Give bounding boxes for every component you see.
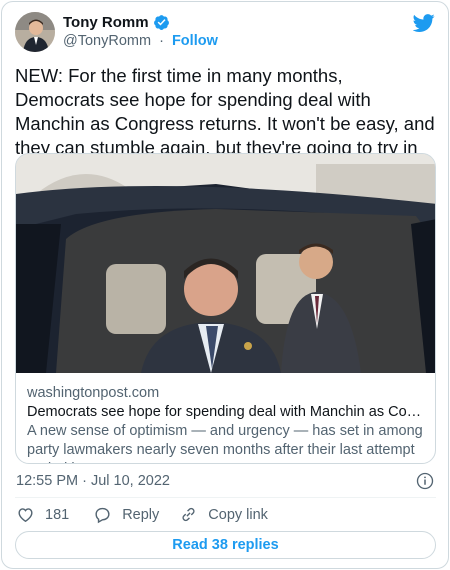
- link-icon: [182, 507, 195, 522]
- read-replies-button[interactable]: Read 38 replies: [15, 531, 436, 559]
- twitter-bird-icon[interactable]: [413, 12, 435, 34]
- info-icon[interactable]: [416, 472, 434, 490]
- author-handle[interactable]: @TonyRomm: [63, 33, 151, 49]
- avatar[interactable]: [15, 12, 55, 52]
- avatar-photo: [15, 12, 55, 52]
- action-bar: 181 Reply Copy link: [16, 505, 288, 524]
- link-preview-image: [16, 154, 435, 373]
- copy-link-button[interactable]: Copy link: [179, 505, 268, 524]
- follow-button[interactable]: Follow: [172, 33, 218, 49]
- link-preview-card[interactable]: washingtonpost.com Democrats see hope fo…: [15, 153, 436, 464]
- handle-row: @TonyRomm · Follow: [63, 33, 218, 49]
- reply-label: Reply: [122, 506, 160, 523]
- like-button[interactable]: 181: [16, 505, 69, 524]
- speech-bubble-icon: [95, 507, 110, 524]
- link-title[interactable]: Democrats see hope for spending deal wit…: [27, 403, 427, 422]
- tweet-card: Tony Romm @TonyRomm · Follow NEW: For th…: [1, 1, 449, 569]
- tweet-timestamp[interactable]: 12:55 PM · Jul 10, 2022: [16, 473, 170, 489]
- copy-link-label: Copy link: [208, 506, 268, 523]
- reply-button[interactable]: Reply: [93, 505, 159, 524]
- link-domain: washingtonpost.com: [27, 385, 160, 401]
- heart-icon: [18, 508, 33, 523]
- author-name-row: Tony Romm: [63, 14, 170, 31]
- link-description: A new sense of optimism — and urgency — …: [27, 423, 423, 463]
- link-meta: washingtonpost.com Democrats see hope fo…: [27, 384, 427, 463]
- like-count: 181: [45, 506, 70, 523]
- author-name[interactable]: Tony Romm: [63, 14, 149, 31]
- verified-badge-icon: [153, 15, 169, 30]
- separator-dot: ·: [159, 33, 164, 49]
- divider: [15, 497, 436, 498]
